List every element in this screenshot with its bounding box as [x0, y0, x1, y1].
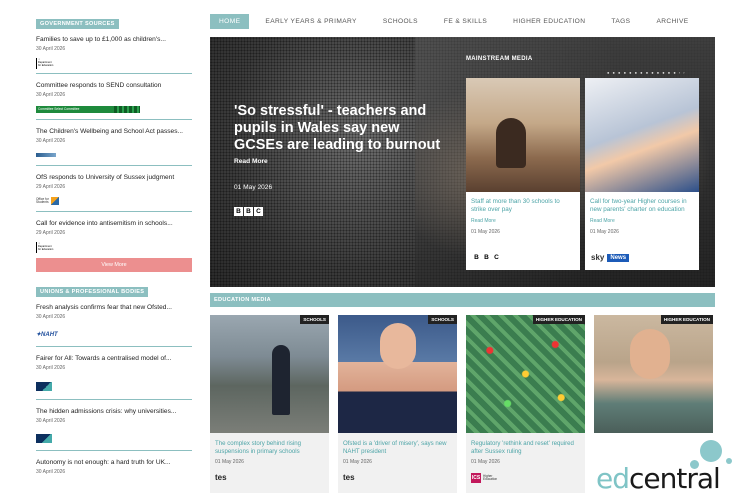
- education-card-date: 01 May 2026: [343, 459, 372, 465]
- gov-item-title[interactable]: Call for evidence into antisemitism in s…: [36, 219, 192, 228]
- education-card-date: 01 May 2026: [215, 459, 244, 465]
- classroom-image: [466, 78, 580, 192]
- hero-date: 01 May 2026: [234, 184, 273, 191]
- committee-logo: Committee Select Committee: [36, 105, 140, 113]
- laughing-man-image: HIGHER EDUCATION: [594, 315, 713, 433]
- tes-logo: tes: [215, 473, 227, 482]
- gov-item-date: 29 April 2026: [36, 184, 66, 190]
- gov-item[interactable]: Families to save up to £1,000 as childre…: [36, 33, 192, 74]
- nav-schools[interactable]: SCHOOLS: [383, 18, 418, 25]
- union-item-date: 30 April 2026: [36, 314, 66, 320]
- naht-logo: ✦NAHT: [36, 331, 58, 338]
- ics-logo: ICS Higher Education: [471, 473, 498, 483]
- education-card-date: 01 May 2026: [471, 459, 500, 465]
- sky-news-logo: sky News: [591, 253, 630, 262]
- education-card[interactable]: HIGHER EDUCATION: [594, 315, 713, 433]
- gov-item-title[interactable]: Committee responds to SEND consultation: [36, 81, 192, 90]
- logo-central-text: central: [629, 462, 721, 495]
- logo-ed-text: ed: [596, 462, 630, 495]
- writing-image: [585, 78, 699, 192]
- education-card[interactable]: SCHOOLS The complex story behind rising …: [210, 315, 329, 500]
- dfe-logo: ☼ Department for Education: [36, 57, 56, 69]
- gov-item-date: 30 April 2026: [36, 46, 66, 52]
- nav-home[interactable]: HOME: [210, 13, 250, 29]
- edu-logo: [36, 433, 52, 443]
- mainstream-card[interactable]: Call for two-year Higher courses in new …: [585, 78, 699, 270]
- hero-banner[interactable]: 'So stressful' - teachers and pupils in …: [210, 37, 715, 287]
- category-tag: SCHOOLS: [428, 315, 457, 324]
- view-more-button[interactable]: View More: [36, 258, 192, 272]
- category-tag: SCHOOLS: [300, 315, 329, 324]
- dfe-logo: ☼ Department for Education: [36, 241, 56, 253]
- carousel-dots[interactable]: ● ● ● ● ● ● ● ● ● ● ● ● ● ‹ ›: [607, 70, 686, 75]
- gov-item-date: 29 April 2026: [36, 230, 66, 236]
- read-more-link[interactable]: Read More: [466, 214, 580, 224]
- unions-header: UNIONS & PROFESSIONAL BODIES: [36, 287, 149, 297]
- education-card-title[interactable]: The complex story behind rising suspensi…: [215, 440, 324, 456]
- government-sources-header: GOVERNMENT SOURCES: [36, 19, 119, 29]
- tes-logo: tes: [343, 473, 355, 482]
- hero-title[interactable]: 'So stressful' - teachers and pupils in …: [234, 103, 449, 154]
- gov-item-title[interactable]: The Children's Wellbeing and School Act …: [36, 127, 192, 136]
- gov-item-title[interactable]: Families to save up to £1,000 as childre…: [36, 35, 192, 44]
- union-item-title[interactable]: Autonomy is not enough: a hard truth for…: [36, 458, 192, 467]
- ofs-logo: Office for Students: [36, 197, 59, 205]
- nav-early-years[interactable]: EARLY YEARS & PRIMARY: [265, 18, 356, 25]
- education-card-title[interactable]: Ofsted is a 'driver of misery', says new…: [343, 440, 452, 456]
- union-item-title[interactable]: Fresh analysis confirms fear that new Of…: [36, 303, 192, 312]
- education-card[interactable]: HIGHER EDUCATION Regulatory 'rethink and…: [466, 315, 585, 500]
- union-item[interactable]: Autonomy is not enough: a hard truth for…: [36, 456, 192, 479]
- education-card-title[interactable]: Regulatory 'rethink and reset' required …: [471, 440, 580, 456]
- bbc-logo: BBC: [234, 207, 263, 216]
- gov-item-date: 30 April 2026: [36, 138, 66, 144]
- gov-item[interactable]: Call for evidence into antisemitism in s…: [36, 217, 192, 257]
- edu-logo: [36, 381, 52, 391]
- hero-read-more-link[interactable]: Read More: [234, 158, 268, 165]
- mainstream-card[interactable]: Staff at more than 30 schools to strike …: [466, 78, 580, 270]
- gov-item[interactable]: Committee responds to SEND consultation …: [36, 79, 192, 120]
- mainstream-card-date: 01 May 2026: [590, 229, 619, 235]
- gov-logo: [36, 153, 56, 157]
- union-item[interactable]: Fairer for All: Towards a centralised mo…: [36, 352, 192, 400]
- union-item-title[interactable]: The hidden admissions crisis: why univer…: [36, 407, 192, 416]
- category-tag: HIGHER EDUCATION: [532, 315, 585, 324]
- nav-higher-education[interactable]: HIGHER EDUCATION: [513, 18, 585, 25]
- portrait-image: SCHOOLS: [338, 315, 457, 433]
- union-item-date: 30 April 2026: [36, 469, 66, 475]
- edcentral-logo[interactable]: edcentral: [596, 440, 736, 496]
- education-media-header: EDUCATION MEDIA: [210, 293, 715, 307]
- gov-item[interactable]: The Children's Wellbeing and School Act …: [36, 125, 192, 166]
- nav-archive[interactable]: ARCHIVE: [656, 18, 688, 25]
- sidebar: GOVERNMENT SOURCES Families to save up t…: [36, 12, 192, 484]
- union-item[interactable]: The hidden admissions crisis: why univer…: [36, 405, 192, 451]
- union-item-date: 30 April 2026: [36, 365, 66, 371]
- main-nav: HOME EARLY YEARS & PRIMARY SCHOOLS FE & …: [210, 13, 715, 29]
- mainstream-media-label: MAINSTREAM MEDIA: [466, 56, 533, 62]
- mainstream-card-title[interactable]: Call for two-year Higher courses in new …: [585, 192, 699, 214]
- child-image: SCHOOLS: [210, 315, 329, 433]
- bbc-logo: BBC: [472, 253, 501, 262]
- read-more-link[interactable]: Read More: [585, 214, 699, 224]
- gov-item-title[interactable]: OfS responds to University of Sussex jud…: [36, 173, 192, 182]
- union-item[interactable]: Fresh analysis confirms fear that new Of…: [36, 301, 192, 347]
- traffic-lights-image: HIGHER EDUCATION: [466, 315, 585, 433]
- nav-fe-skills[interactable]: FE & SKILLS: [444, 18, 487, 25]
- nav-tags[interactable]: TAGS: [611, 18, 630, 25]
- union-item-date: 30 April 2026: [36, 418, 66, 424]
- education-card[interactable]: SCHOOLS Ofsted is a 'driver of misery', …: [338, 315, 457, 500]
- mainstream-card-title[interactable]: Staff at more than 30 schools to strike …: [466, 192, 580, 214]
- gov-item-date: 30 April 2026: [36, 92, 66, 98]
- gov-item[interactable]: OfS responds to University of Sussex jud…: [36, 171, 192, 212]
- union-item-title[interactable]: Fairer for All: Towards a centralised mo…: [36, 354, 192, 363]
- category-tag: HIGHER EDUCATION: [660, 315, 713, 324]
- mainstream-card-date: 01 May 2026: [471, 229, 500, 235]
